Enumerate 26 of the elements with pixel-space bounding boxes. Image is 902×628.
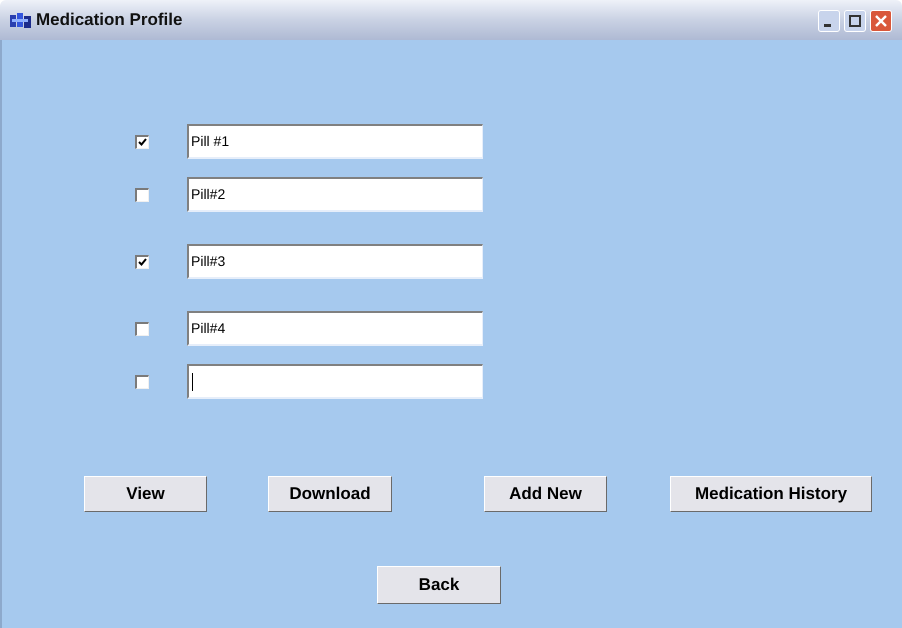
check-icon [138,138,147,146]
window-title: Medication Profile [36,9,182,32]
action-button[interactable]: Add New [484,476,607,512]
medication-field[interactable]: Pill#3 [187,244,483,279]
text-cursor [192,372,193,390]
checkbox[interactable] [135,134,149,148]
minimize-icon [824,24,830,26]
maximize-button[interactable] [844,10,866,32]
checkbox[interactable] [135,254,149,268]
medication-field[interactable]: Pill#4 [187,311,483,346]
maximize-icon [848,14,862,28]
action-button[interactable]: View [84,476,207,512]
back-button[interactable]: Back [377,566,501,604]
check-icon [138,258,147,266]
checkbox[interactable] [135,188,149,202]
close-button[interactable] [870,10,892,32]
medication-field[interactable]: Pill #1 [187,124,483,159]
medication-field[interactable]: Pill#2 [187,177,483,212]
minimize-button[interactable] [818,10,840,32]
app-icon [10,13,32,29]
close-icon [874,14,888,28]
medication-field[interactable] [187,364,483,399]
action-button[interactable]: Download [268,476,392,512]
checkbox[interactable] [135,374,149,388]
action-button[interactable]: Medication History [670,476,872,512]
checkbox[interactable] [135,322,149,336]
